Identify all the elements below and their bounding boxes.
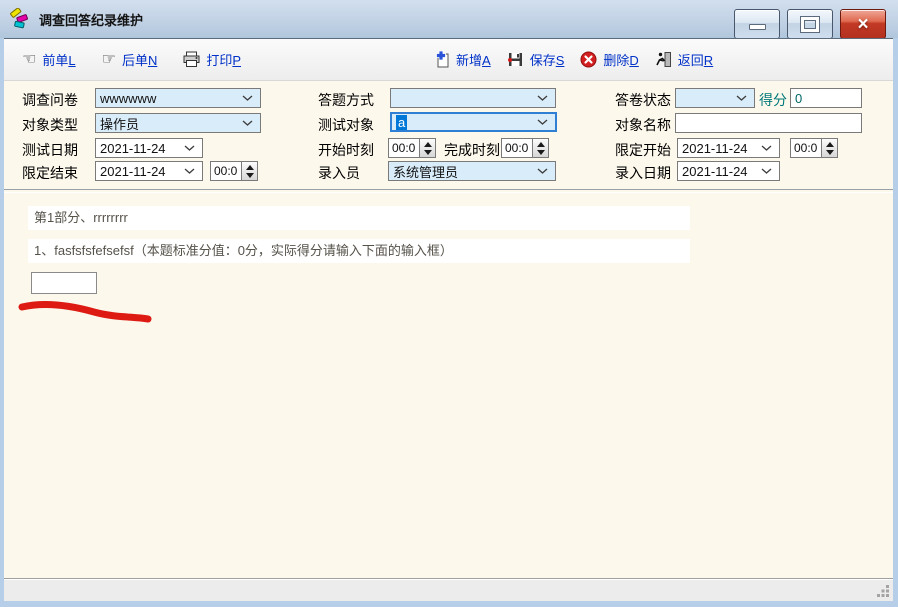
toolbar: ☜ 前单L ☞ 后单N 打印P	[4, 39, 893, 81]
chevron-down-icon	[242, 95, 260, 102]
entry-date-picker[interactable]: 2021-11-24	[677, 161, 780, 181]
window-title: 调查回答纪录维护	[39, 10, 143, 29]
finish-time-label: 完成时刻	[444, 140, 500, 160]
test-date-label: 测试日期	[22, 140, 78, 160]
hand-point-right-icon: ☞	[102, 52, 116, 68]
entry-date-value: 2021-11-24	[678, 164, 761, 179]
toolbar-right-group: 新增A 保存S 删	[433, 39, 713, 80]
survey-value: wwwwww	[96, 91, 242, 106]
colored-pens-icon	[9, 8, 31, 30]
object-type-value: 操作员	[96, 114, 242, 133]
answer-input[interactable]	[31, 272, 97, 294]
spinner-arrows-icon[interactable]	[821, 139, 837, 157]
spinner-arrows-icon[interactable]	[241, 162, 257, 180]
object-name-input[interactable]	[675, 113, 862, 133]
chevron-down-icon	[242, 120, 260, 127]
answer-mode-label: 答题方式	[318, 90, 374, 110]
chevron-down-icon	[537, 168, 555, 175]
save-floppy-icon	[507, 51, 524, 68]
object-type-combobox[interactable]: 操作员	[95, 113, 261, 133]
chevron-down-icon	[761, 168, 779, 175]
window-controls: ×	[734, 9, 886, 39]
delete-button[interactable]: 删除D	[580, 50, 638, 69]
maximize-button[interactable]	[787, 9, 833, 39]
minimize-button[interactable]	[734, 9, 780, 39]
answer-mode-combobox[interactable]	[390, 88, 556, 108]
sheet-status-combobox[interactable]	[675, 88, 755, 108]
test-object-combobox[interactable]: a	[390, 112, 557, 132]
test-date-value: 2021-11-24	[96, 141, 184, 156]
limit-start-date-value: 2021-11-24	[678, 141, 761, 156]
start-time-value: 00:0	[389, 139, 419, 157]
toolbar-left-group: ☜ 前单L ☞ 后单N 打印P	[22, 50, 241, 69]
new-document-icon	[433, 51, 450, 68]
close-button[interactable]: ×	[840, 9, 886, 39]
print-button[interactable]: 打印P	[183, 50, 241, 69]
chevron-down-icon	[537, 95, 555, 102]
object-name-label: 对象名称	[615, 115, 671, 135]
question-row: 1、fasfsfsfefsefsf（本题标准分值：0分，实际得分请输入下面的输入…	[28, 239, 690, 263]
entry-user-label: 录入员	[318, 163, 360, 183]
limit-end-time-value: 00:0	[211, 162, 241, 180]
previous-record-button[interactable]: ☜ 前单L	[22, 50, 76, 69]
score-label: 得分	[759, 90, 787, 110]
finish-time-value: 00:0	[502, 139, 532, 157]
next-record-button[interactable]: ☞ 后单N	[102, 50, 158, 69]
entry-user-value: 系统管理员	[389, 162, 537, 181]
minimize-icon	[749, 24, 766, 30]
sheet-status-label: 答卷状态	[615, 90, 671, 110]
save-button[interactable]: 保存S	[507, 50, 565, 69]
status-bar	[4, 578, 893, 601]
survey-label: 调查问卷	[22, 90, 78, 110]
hand-point-left-icon: ☜	[22, 52, 36, 68]
section-title-row: 第1部分、rrrrrrrr	[28, 206, 690, 230]
limit-start-time-spinner[interactable]: 00:0	[790, 138, 838, 158]
test-object-label: 测试对象	[318, 115, 374, 135]
chevron-down-icon	[761, 145, 779, 152]
survey-combobox[interactable]: wwwwww	[95, 88, 261, 108]
red-scribble-annotation	[14, 297, 164, 332]
entry-user-combobox[interactable]: 系统管理员	[388, 161, 556, 181]
test-date-picker[interactable]: 2021-11-24	[95, 138, 203, 158]
limit-end-date-picker[interactable]: 2021-11-24	[95, 161, 203, 181]
start-time-label: 开始时刻	[318, 140, 374, 160]
maximize-icon	[801, 17, 819, 32]
form-content-divider	[4, 189, 893, 193]
limit-end-label: 限定结束	[22, 163, 78, 183]
client-area: ☜ 前单L ☞ 后单N 打印P	[4, 38, 893, 601]
titlebar[interactable]: 调查回答纪录维护 ×	[0, 0, 898, 38]
limit-start-time-value: 00:0	[791, 139, 821, 157]
test-object-value: a	[396, 115, 407, 130]
limit-end-date-value: 2021-11-24	[96, 164, 184, 179]
delete-circle-icon	[580, 51, 597, 68]
printer-icon	[183, 51, 200, 68]
entry-date-label: 录入日期	[615, 163, 671, 183]
add-new-button[interactable]: 新增A	[433, 50, 491, 69]
spinner-arrows-icon[interactable]	[419, 139, 435, 157]
finish-time-spinner[interactable]: 00:0	[501, 138, 549, 158]
exit-door-icon	[655, 51, 672, 68]
limit-end-time-spinner[interactable]: 00:0	[210, 161, 258, 181]
app-window: 调查回答纪录维护 × ☜ 前单L ☞ 后单N	[0, 0, 898, 607]
chevron-down-icon	[537, 119, 555, 126]
resize-grip[interactable]	[876, 584, 890, 598]
chevron-down-icon	[736, 95, 754, 102]
return-button[interactable]: 返回R	[655, 50, 713, 69]
object-type-label: 对象类型	[22, 115, 78, 135]
start-time-spinner[interactable]: 00:0	[388, 138, 436, 158]
limit-start-date-picker[interactable]: 2021-11-24	[677, 138, 780, 158]
spinner-arrows-icon[interactable]	[532, 139, 548, 157]
chevron-down-icon	[184, 145, 202, 152]
limit-start-label: 限定开始	[615, 140, 671, 160]
score-input[interactable]: 0	[790, 88, 862, 108]
chevron-down-icon	[184, 168, 202, 175]
close-icon: ×	[857, 15, 868, 34]
